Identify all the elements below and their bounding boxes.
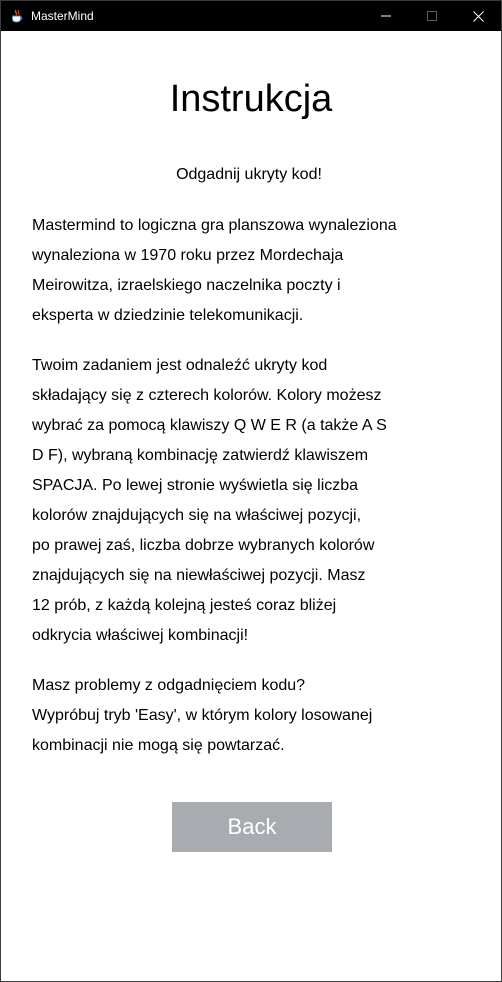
text-line: składający się z czterech kolorów. Kolor… (32, 387, 382, 404)
back-button[interactable]: Back (172, 802, 332, 852)
text-line: 12 prób, z każdą kolejną jesteś coraz bl… (32, 597, 337, 614)
text-line: Masz problemy z odgadnięciem kodu? (32, 677, 306, 694)
maximize-icon (427, 11, 437, 21)
text-line: eksperta w dziedzinie telekomunikacji. (32, 307, 304, 324)
text-line: kolorów znajdujących się na właściwej po… (32, 507, 362, 524)
page-title: Instrukcja (169, 78, 333, 120)
java-cup-icon (10, 9, 24, 23)
text-line: SPACJA. Po lewej stronie wyświetla się l… (32, 477, 359, 494)
app-window: MasterMind Instrukcja Odgadnij ukryty ko… (0, 0, 502, 982)
minimize-icon (381, 15, 391, 17)
rules-paragraph: Twoim zadaniem jest odnaleźć ukryty kod … (32, 351, 472, 651)
window-title: MasterMind (31, 9, 94, 23)
text-line: po prawej zaś, liczba dobrze wybranych k… (32, 537, 375, 554)
close-icon (472, 10, 484, 22)
subtitle: Odgadnij ukryty kod! (176, 166, 322, 183)
text-line: znajdujących się na niewłaściwej pozycji… (32, 567, 366, 584)
minimize-button[interactable] (363, 1, 409, 31)
maximize-button[interactable] (409, 1, 455, 31)
intro-paragraph: Mastermind to logiczna gra planszowa wyn… (32, 211, 472, 331)
text-line: wynaleziona w 1970 roku przez Mordechaja (32, 247, 344, 264)
instructions-panel: Instrukcja Odgadnij ukryty kod! Mastermi… (1, 31, 501, 981)
text-line: wybrać za pomocą klawiszy Q W E R (a tak… (32, 417, 387, 434)
title-bar[interactable]: MasterMind (1, 1, 501, 31)
close-button[interactable] (455, 1, 501, 31)
text-line: Mastermind to logiczna gra planszowa wyn… (32, 217, 397, 234)
text-line: odkrycia właściwej kombinacji! (32, 627, 249, 644)
hint-paragraph: Masz problemy z odgadnięciem kodu? Wypró… (32, 671, 472, 761)
text-line: Twoim zadaniem jest odnaleźć ukryty kod (32, 357, 328, 374)
text-line: Wypróbuj tryb 'Easy', w którym kolory lo… (32, 707, 373, 724)
text-line: kombinacji nie mogą się powtarzać. (32, 737, 285, 754)
text-line: Meirowitza, izraelskiego naczelnika pocz… (32, 277, 341, 294)
text-line: D F), wybraną kombinację zatwierdź klawi… (32, 447, 369, 464)
